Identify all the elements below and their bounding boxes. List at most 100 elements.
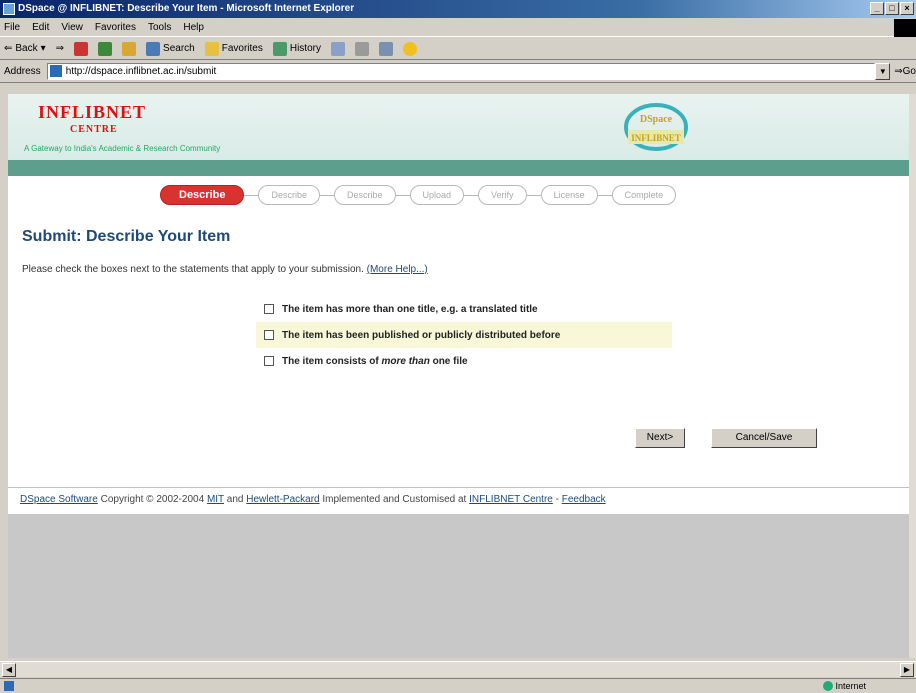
menu-edit[interactable]: Edit	[32, 19, 49, 36]
browser-window: DSpace @ INFLIBNET: Describe Your Item -…	[0, 0, 916, 692]
options-list: The item has more than one title, e.g. a…	[256, 296, 672, 374]
back-label: Back	[15, 42, 38, 54]
address-url: http://dspace.inflibnet.ac.in/submit	[65, 66, 217, 77]
implemented-text: Implemented and Customised at	[319, 494, 470, 505]
checkbox-published-before[interactable]	[264, 330, 274, 340]
status-bar: Internet	[0, 678, 916, 692]
scroll-left-icon[interactable]: ◀	[2, 663, 16, 677]
menu-help[interactable]: Help	[183, 19, 204, 36]
search-button[interactable]: Search	[146, 38, 195, 60]
instructions: Please check the boxes next to the state…	[22, 264, 364, 275]
hp-link[interactable]: Hewlett-Packard	[246, 494, 319, 505]
feedback-link[interactable]: Feedback	[562, 494, 606, 505]
copyright-text: Copyright © 2002-2004	[97, 494, 207, 505]
favorites-button[interactable]: Favorites	[204, 38, 263, 60]
step-connector	[526, 194, 541, 196]
history-label: History	[289, 42, 321, 54]
option-published-before[interactable]: The item has been published or publicly …	[256, 322, 672, 348]
back-button[interactable]: ⇐ Back ▾	[4, 38, 46, 60]
step-license[interactable]: License	[540, 185, 598, 205]
inflibnet-logo[interactable]: INFLIBNET	[38, 102, 146, 123]
vertical-scrollbar[interactable]	[909, 94, 916, 658]
checkbox-multiple-files[interactable]	[264, 356, 274, 366]
title-bar: DSpace @ INFLIBNET: Describe Your Item -…	[0, 0, 916, 18]
scroll-right-icon[interactable]: ▶	[900, 663, 914, 677]
close-button[interactable]: ×	[900, 2, 914, 15]
go-label: Go	[902, 66, 916, 77]
maximize-button[interactable]: □	[885, 2, 899, 15]
address-input[interactable]: http://dspace.inflibnet.ac.in/submit	[46, 63, 876, 80]
menu-favorites[interactable]: Favorites	[95, 19, 136, 36]
zone-label: Internet	[835, 681, 866, 691]
option-emphasis: more than	[381, 355, 430, 367]
security-zone: Internet	[821, 679, 866, 693]
go-button[interactable]: ⇒Go	[894, 66, 916, 77]
dropdown-icon: ▾	[40, 42, 46, 54]
menu-view[interactable]: View	[61, 19, 83, 36]
page-title: Submit: Describe Your Item	[22, 228, 231, 245]
page-status-icon	[4, 681, 14, 691]
address-label: Address	[4, 66, 41, 77]
favorites-icon	[204, 41, 219, 56]
standard-toolbar: ⇐ Back ▾ ⇒ Search Favorites History	[0, 38, 916, 60]
minimize-button[interactable]: _	[870, 2, 884, 15]
mail-icon[interactable]	[330, 41, 345, 56]
footer-divider	[8, 487, 911, 488]
step-connector	[395, 194, 410, 196]
page-icon	[49, 65, 62, 77]
option-label: The item has been published or publicly …	[282, 330, 560, 341]
edit-icon[interactable]	[378, 41, 393, 56]
windows-logo-icon	[894, 19, 916, 37]
more-help-link[interactable]: (More Help...)	[367, 264, 428, 275]
horizontal-scrollbar[interactable]: ◀ ▶	[0, 661, 916, 677]
step-describe-2[interactable]: Describe	[258, 185, 320, 205]
option-label: The item has more than one title, e.g. a…	[282, 304, 538, 315]
step-describe-1: Describe	[160, 185, 245, 205]
step-connector	[464, 194, 479, 196]
back-arrow-icon: ⇐	[4, 42, 13, 54]
option-label: The item consists of more than one file	[282, 356, 468, 367]
and-text: and	[223, 494, 247, 505]
messenger-icon[interactable]	[402, 41, 417, 56]
dspace-logo: DSpace INFLIBNET	[624, 103, 688, 151]
address-bar: Address http://dspace.inflibnet.ac.in/su…	[0, 61, 916, 83]
menu-tools[interactable]: Tools	[148, 19, 171, 36]
step-complete[interactable]: Complete	[611, 185, 677, 205]
logo-subtitle: CENTRE	[70, 124, 118, 135]
dspace-software-link[interactable]: DSpace Software	[20, 494, 98, 505]
home-icon[interactable]	[122, 41, 137, 56]
search-label: Search	[163, 42, 195, 54]
dspace-logo-text: DSpace	[640, 114, 673, 125]
refresh-icon[interactable]	[98, 41, 113, 56]
option-multiple-titles[interactable]: The item has more than one title, e.g. a…	[256, 296, 672, 322]
favorites-label: Favorites	[221, 42, 263, 54]
mit-link[interactable]: MIT	[207, 494, 224, 505]
step-verify[interactable]: Verify	[478, 185, 527, 205]
next-button[interactable]: Next>	[635, 428, 685, 448]
option-multiple-files[interactable]: The item consists of more than one file	[256, 348, 672, 374]
option-text-end: one file	[429, 355, 468, 367]
logo-tagline: A Gateway to India's Academic & Research…	[24, 144, 221, 153]
window-controls: _ □ ×	[870, 2, 914, 15]
checkbox-multiple-titles[interactable]	[264, 304, 274, 314]
history-button[interactable]: History	[272, 38, 321, 60]
print-icon[interactable]	[354, 41, 369, 56]
stop-icon[interactable]	[74, 41, 89, 56]
option-text: The item consists of	[282, 355, 382, 367]
step-connector	[244, 194, 259, 196]
header-green-bar	[8, 160, 911, 176]
menu-bar: File Edit View Favorites Tools Help	[0, 19, 916, 37]
step-upload[interactable]: Upload	[409, 185, 465, 205]
step-describe-3[interactable]: Describe	[334, 185, 396, 205]
instructions-text: Please check the boxes next to the state…	[22, 264, 428, 275]
forward-arrow-icon: ⇒	[55, 42, 65, 54]
menu-file[interactable]: File	[4, 19, 20, 36]
inflibnet-link[interactable]: INFLIBNET Centre	[469, 494, 553, 505]
address-dropdown-icon[interactable]: ▼	[875, 63, 891, 80]
page-content: INFLIBNET CENTRE A Gateway to India's Ac…	[8, 94, 911, 658]
forward-button[interactable]: ⇒	[56, 38, 64, 60]
window-title: DSpace @ INFLIBNET: Describe Your Item -…	[18, 3, 355, 14]
cancel-save-button[interactable]: Cancel/Save	[711, 428, 817, 448]
step-connector	[597, 194, 612, 196]
option-text: The item has been published or publicly …	[282, 329, 561, 341]
